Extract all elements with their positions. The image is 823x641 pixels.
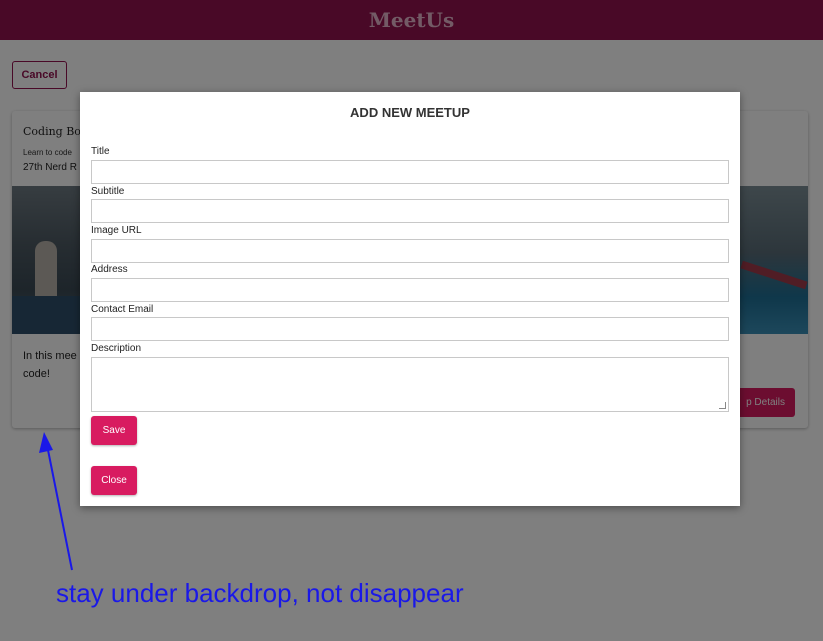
annotation-arrow-icon	[39, 432, 73, 571]
annotation-text: stay under backdrop, not disappear	[56, 578, 464, 608]
